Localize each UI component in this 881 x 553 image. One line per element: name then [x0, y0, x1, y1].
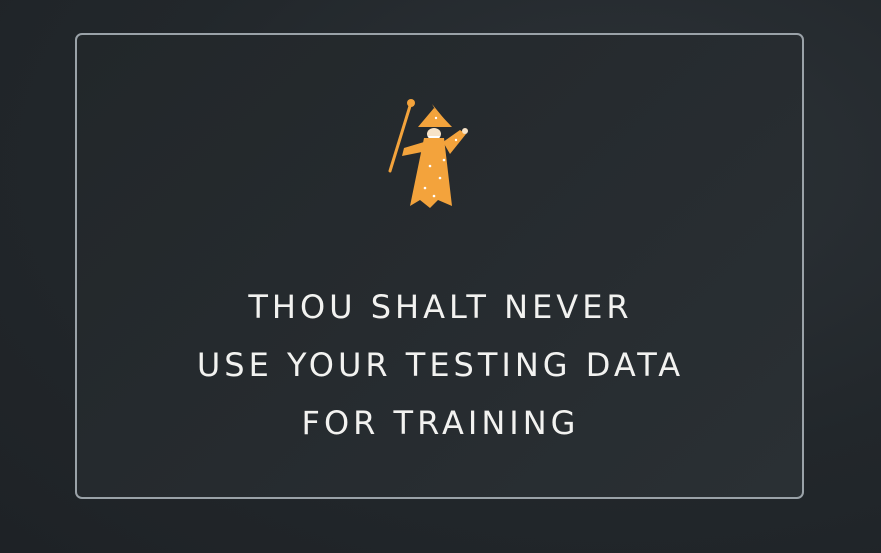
message-line-2: USE YOUR TESTING DATA [196, 346, 685, 384]
message-line-3: FOR TRAINING [301, 404, 580, 442]
wizard-icon [388, 99, 468, 208]
message-line-1: THOU SHALT NEVER [248, 288, 633, 326]
slide-message: THOU SHALT NEVER USE YOUR TESTING DATA F… [0, 278, 881, 452]
